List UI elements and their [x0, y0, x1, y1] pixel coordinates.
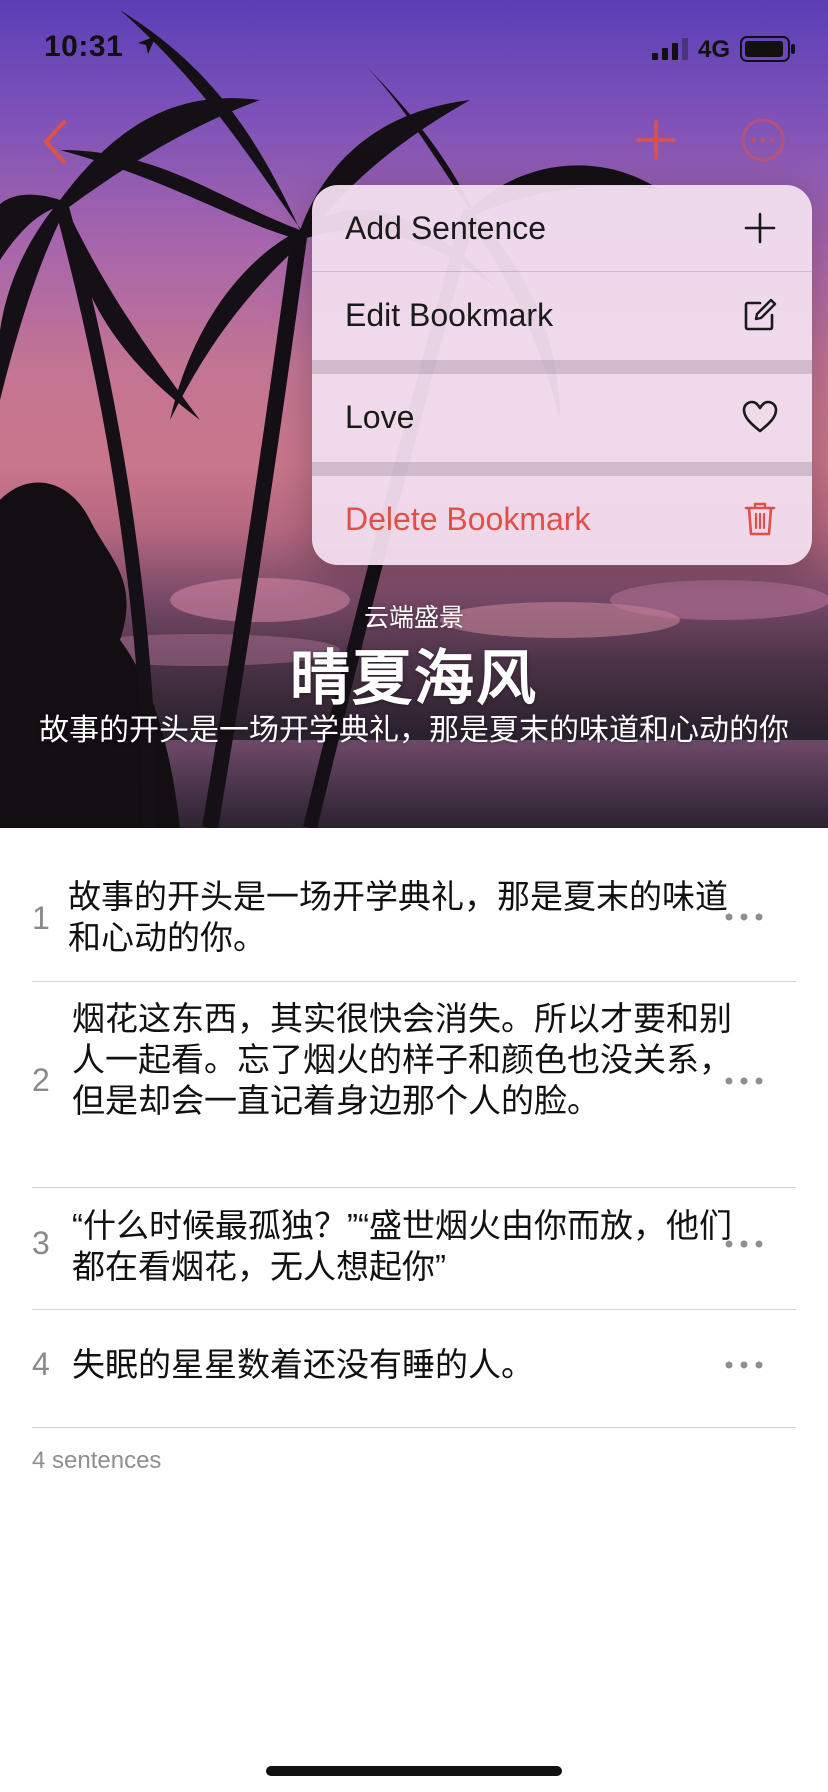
- sentence-number: 3: [32, 1225, 50, 1261]
- cellular-signal-icon: [652, 38, 688, 60]
- row-divider: [32, 1309, 796, 1310]
- more-horizontal-icon[interactable]: [724, 1360, 764, 1370]
- sentence-row[interactable]: 1 故事的开头是一场开学典礼，那是夏末的味道和心动的你。: [32, 868, 796, 968]
- menu-item-label: Edit Bookmark: [345, 297, 554, 333]
- sentence-text: 故事的开头是一场开学典礼，那是夏末的味道和心动的你。: [68, 878, 728, 956]
- sentence-text: “什么时候最孤独？”“盛世烟火由你而放，他们都在看烟花，无人想起你”: [72, 1207, 732, 1285]
- network-type: 4G: [698, 36, 731, 63]
- sentence-text: 烟花这东西，其实很快会消失。所以才要和别人一起看。忘了烟火的样子和颜色也没关系，…: [72, 1000, 732, 1119]
- menu-group-gap: [312, 462, 812, 476]
- ellipsis-circle-icon: [741, 118, 785, 162]
- sentence-row[interactable]: 4 失眠的星星数着还没有睡的人。: [32, 1320, 796, 1420]
- sentence-number: 4: [32, 1346, 50, 1382]
- sentence-text: 失眠的星星数着还没有睡的人。: [72, 1346, 534, 1383]
- back-button[interactable]: [36, 116, 76, 168]
- menu-item-edit-bookmark[interactable]: Edit Bookmark: [312, 272, 812, 358]
- more-horizontal-icon[interactable]: [724, 912, 764, 922]
- home-indicator[interactable]: [266, 1766, 562, 1776]
- status-bar: 10:31 4G: [0, 0, 828, 100]
- sentence-row[interactable]: 3 “什么时候最孤独？”“盛世烟火由你而放，他们都在看烟花，无人想起你”: [32, 1195, 796, 1305]
- add-button[interactable]: [632, 116, 680, 164]
- menu-item-love[interactable]: Love: [312, 374, 812, 460]
- trash-icon: [744, 502, 776, 536]
- plus-icon: [744, 212, 776, 244]
- menu-item-label: Add Sentence: [345, 210, 547, 246]
- battery-icon: [740, 36, 795, 62]
- location-arrow-icon: [138, 36, 156, 54]
- row-divider: [32, 1187, 796, 1188]
- sentence-number: 1: [32, 900, 50, 936]
- sentence-row[interactable]: 2 烟花这东西，其实很快会消失。所以才要和别人一起看。忘了烟火的样子和颜色也没关…: [32, 990, 796, 1170]
- plus-icon: [636, 120, 676, 160]
- sentence-number: 2: [32, 1062, 50, 1098]
- menu-item-add-sentence[interactable]: Add Sentence: [312, 185, 812, 271]
- chevron-left-icon: [44, 120, 66, 164]
- more-options-button[interactable]: [740, 117, 786, 163]
- row-divider: [32, 1427, 796, 1428]
- edit-square-icon: [744, 298, 777, 331]
- status-time: 10:31: [44, 30, 124, 63]
- bookmark-subtitle: 云端盛景: [363, 604, 464, 632]
- bookmark-description: 故事的开头是一场开学典礼，那是夏末的味道和心动的你: [39, 714, 789, 747]
- heart-icon: [742, 400, 778, 433]
- menu-item-delete-bookmark[interactable]: Delete Bookmark: [312, 476, 812, 562]
- context-menu: Add Sentence Edit Bookmark Love Delete B…: [312, 185, 812, 565]
- more-horizontal-icon[interactable]: [724, 1239, 764, 1249]
- bookmark-title: 晴夏海风: [290, 645, 538, 712]
- sentence-count: 4 sentences: [32, 1447, 162, 1474]
- more-horizontal-icon[interactable]: [724, 1076, 764, 1086]
- menu-item-label: Love: [345, 399, 415, 435]
- row-divider: [32, 981, 796, 982]
- menu-item-label: Delete Bookmark: [345, 501, 591, 537]
- menu-group-gap: [312, 360, 812, 374]
